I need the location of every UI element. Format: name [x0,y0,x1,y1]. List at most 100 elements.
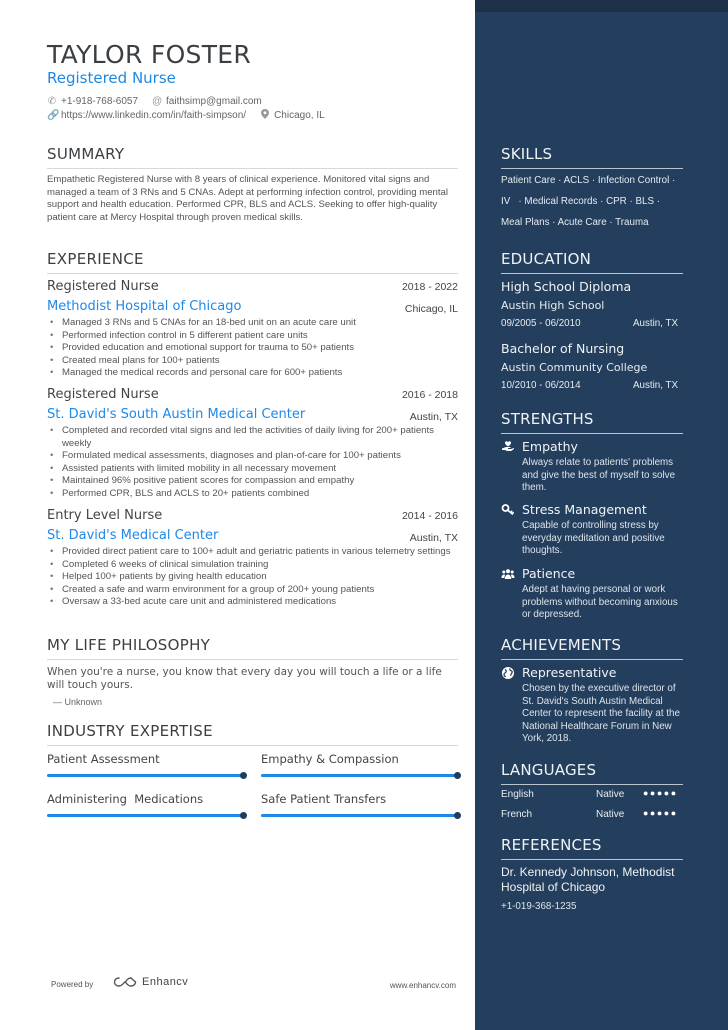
strength-item: Patience Adept at having personal or wor… [501,566,683,622]
job-company: Methodist Hospital of Chicago [47,299,242,314]
job-bullet: Assisted patients with limited mobility … [47,463,458,476]
job-bullet: Managed 3 RNs and 5 CNAs for an 18-bed u… [47,317,458,330]
expertise-bar [261,772,461,779]
key-icon [501,504,514,515]
expertise-bar-knob [240,772,247,779]
philosophy-heading: MY LIFE PHILOSOPHY [47,636,458,660]
reference-item: Dr. Kennedy Johnson, Methodist Hospital … [501,865,683,912]
users-icon [501,569,515,579]
achievement-desc: Chosen by the executive director of St. … [522,683,680,744]
language-name: English [501,789,534,800]
expertise-bar [261,812,461,819]
job-bullet: Managed the medical records and personal… [47,367,458,380]
job-bullets: Managed 3 RNs and 5 CNAs for an 18-bed u… [47,317,458,380]
philosophy-quote: When you're a nurse, you know that every… [47,666,442,691]
edu-meta: 10/2010 - 06/2014 Austin, TX [501,380,683,391]
expertise-label: Safe Patient Transfers [261,792,387,806]
expertise-bar-knob [240,812,247,819]
expertise-bar-fill [261,774,460,777]
expertise-bar [47,812,247,819]
infinity-logo-icon [113,977,137,987]
enhancv-logo[interactable]: Enhancv [113,976,188,988]
hand-heart-icon [502,441,514,451]
strength-desc: Adept at having personal or work problem… [522,584,678,620]
expertise-bar-fill [261,814,460,817]
education-entry: High School Diploma Austin High School 0… [501,279,683,329]
phone-number[interactable]: +1-918-768-6057 [61,96,138,107]
strength-desc: Capable of controlling stress by everyda… [522,520,665,556]
strength-item: Stress Management Capable of controlling… [501,502,683,558]
strength-title-text: Stress Management [522,502,647,517]
languages-heading: LANGUAGES [501,761,683,785]
job-bullet: Created meal plans for 100+ patients [47,355,458,368]
strength-desc: Always relate to patients' problems and … [522,457,676,493]
job-bullet: Maintained 96% positive patient scores f… [47,475,458,488]
skills-line: IV · Medical Records · CPR · BLS · [501,196,660,207]
job-dates: 2014 - 2016 [401,510,458,522]
expertise-label: Administering Medications [47,792,204,806]
education-heading: EDUCATION [501,250,683,274]
website-link[interactable]: www.enhancv.com [390,981,456,990]
job-bullet: Provided direct patient care to 100+ adu… [47,546,458,559]
language-row: English Native ●●●●● [501,788,683,809]
expertise-bar [47,772,247,779]
expertise-item: Administering Medications [47,792,247,819]
expertise-item: Safe Patient Transfers [261,792,461,819]
job-bullet: Performed infection control in 5 differe… [47,330,458,343]
job-bullet: Performed CPR, BLS and ACLS to 20+ patie… [47,488,458,501]
summary-heading: SUMMARY [47,145,458,169]
edu-location: Austin, TX [633,318,679,329]
achievement-title-text: Representative [522,665,617,680]
location: Chicago, IL [274,110,325,121]
job-bullets: Completed and recorded vital signs and l… [47,425,458,501]
strength-item: Empathy Always relate to patients' probl… [501,439,683,495]
strength-title-text: Patience [522,566,576,581]
link-icon: 🔗 [47,110,60,121]
job-bullets: Provided direct patient care to 100+ adu… [47,546,458,609]
sidebar: SKILLS Patient Care · ACLS · Infection C… [475,0,728,1030]
summary-text: Empathetic Registered Nurse with 8 years… [47,174,449,223]
expertise-bar-fill [47,814,246,817]
experience-heading: EXPERIENCE [47,250,458,274]
skills-list: Patient Care · ACLS · Infection Control … [501,170,683,233]
linkedin-link[interactable]: https://www.linkedin.com/in/faith-simpso… [61,110,246,121]
language-level: Native [596,809,625,820]
candidate-role: Registered Nurse [47,69,176,87]
footer: Powered by Enhancv www.enhancv.com [51,976,456,994]
strength-title: Patience [501,566,683,581]
achievement-item: Representative Chosen by the executive d… [501,665,683,746]
job-dates: 2018 - 2022 [401,281,458,293]
edu-meta: 09/2005 - 06/2010 Austin, TX [501,318,683,329]
edu-dates: 10/2010 - 06/2014 [501,380,581,391]
edu-dates: 09/2005 - 06/2010 [501,318,581,329]
references-heading: REFERENCES [501,836,683,860]
job-bullet: Formulated medical assessments, diagnose… [47,450,458,463]
job-bullet: Oversaw a 33-bed acute care unit and adm… [47,596,458,609]
strength-title: Stress Management [501,502,683,517]
sidebar-top-strip [475,0,728,12]
skills-heading: SKILLS [501,145,683,169]
strength-title-text: Empathy [522,439,578,454]
job-entry: Registered Nurse 2018 - 2022 Methodist H… [47,279,458,380]
expertise-bar-fill [47,774,246,777]
job-title: Registered Nurse [47,387,159,402]
phone-icon: ✆ [47,96,57,107]
job-entry: Registered Nurse 2016 - 2018 St. David's… [47,387,458,501]
reference-name: Dr. Kennedy Johnson, Methodist Hospital … [501,865,675,894]
achievement-title: Representative [501,665,683,680]
quote-author: — Unknown [53,697,103,707]
edu-school: Austin High School [501,299,605,312]
job-title: Entry Level Nurse [47,508,163,523]
skills-line: Meal Plans · Acute Care · Trauma [501,217,649,228]
job-location: Chicago, IL [404,303,458,315]
email[interactable]: faithsimp@gmail.com [166,96,262,107]
job-company: St. David's Medical Center [47,528,219,543]
job-bullet: Provided education and emotional support… [47,342,458,355]
brand-name: Enhancv [142,976,189,988]
job-bullet: Completed and recorded vital signs and l… [47,425,458,450]
globe-icon [502,667,514,679]
expertise-label: Patient Assessment [47,752,160,766]
job-location: Austin, TX [409,411,458,423]
language-rating-dots: ●●●●● [643,808,678,818]
edu-degree: Bachelor of Nursing [501,341,625,356]
